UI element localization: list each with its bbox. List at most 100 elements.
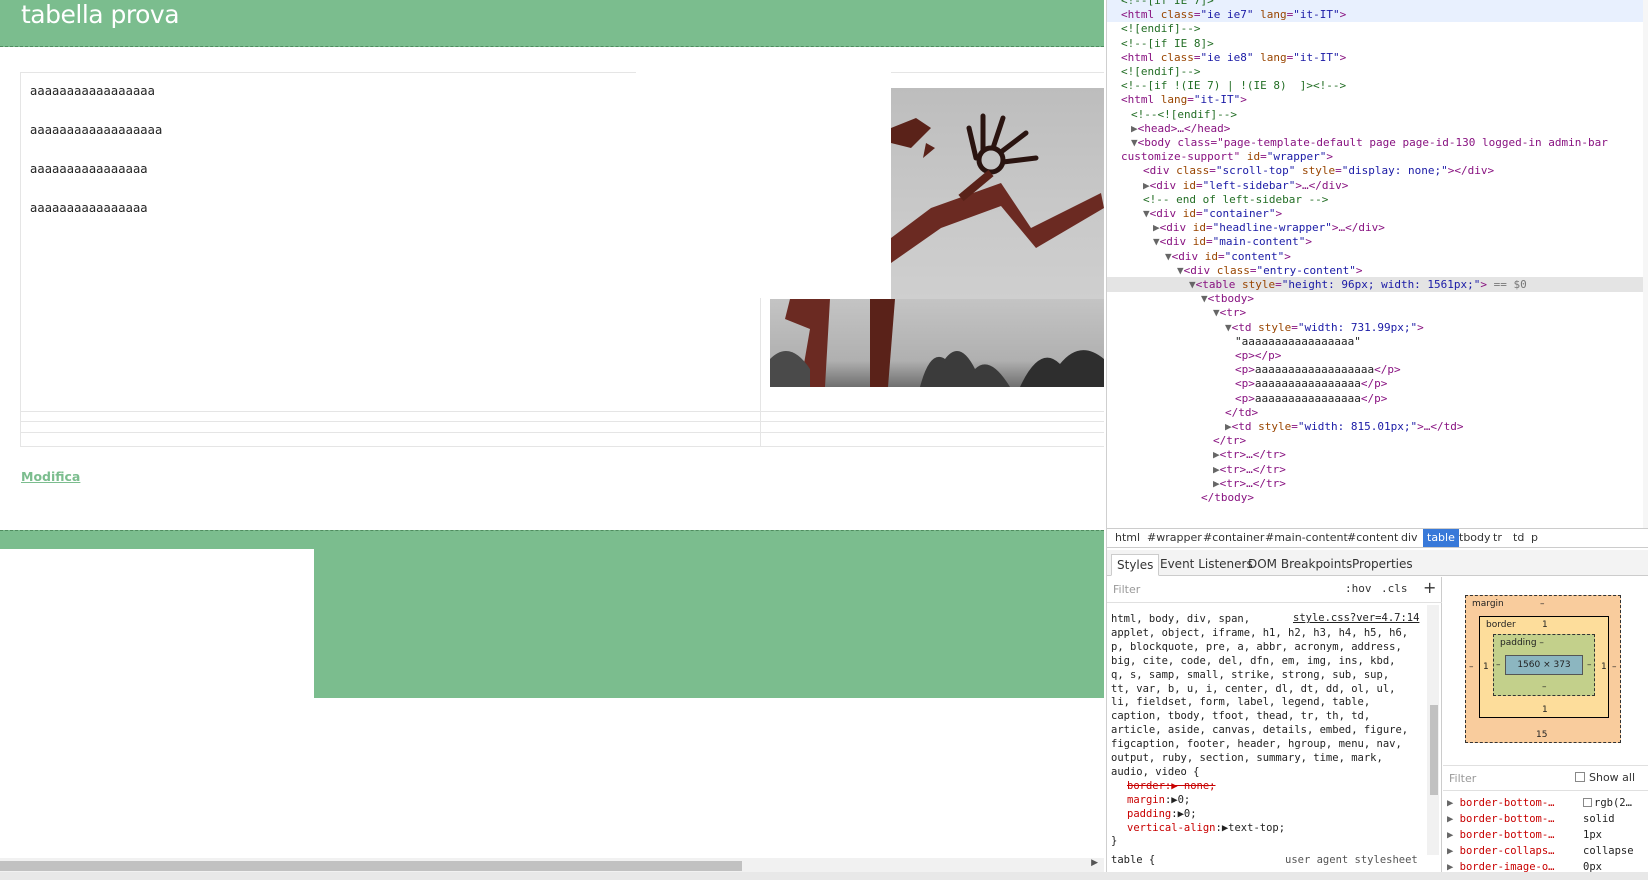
breadcrumb-div[interactable]: div [1397,529,1422,547]
css-declaration[interactable]: vertical-align:▶text-top; [1127,821,1285,835]
expand-triangle-icon[interactable]: ▶ [1225,420,1232,433]
box-model-content: 1560 × 373 [1505,655,1583,675]
breadcrumb-table[interactable]: table [1423,529,1459,547]
expand-triangle-icon[interactable]: ▼ [1165,250,1172,263]
dom-node-line[interactable]: </tr> [1107,433,1643,448]
breadcrumb-td[interactable]: td [1509,529,1528,547]
breadcrumb-tr[interactable]: tr [1489,529,1506,547]
dom-node-line[interactable]: ▼<td style="width: 731.99px;"> [1107,320,1643,335]
dom-node-line[interactable]: ▼<div id="content"> [1107,249,1643,264]
expand-triangle-icon[interactable]: ▼ [1131,136,1138,149]
footer-white-block [0,549,314,698]
dom-tree[interactable]: <!--[if IE 7]> <html class="ie ie7" lang=… [1107,0,1643,528]
breadcrumb-container[interactable]: #container [1199,529,1268,547]
page-header: tabella prova [0,0,1104,47]
tab-properties[interactable]: Properties [1347,554,1418,576]
scrollbar-thumb[interactable] [1430,705,1438,795]
dom-node-line[interactable]: ▼<tr> [1107,305,1643,320]
expand-triangle-icon[interactable]: ▶ [1447,845,1453,857]
css-declaration[interactable]: padding:▶0; [1127,807,1197,821]
breadcrumb-p[interactable]: p [1527,529,1542,547]
expand-triangle-icon[interactable]: ▶ [1213,463,1220,476]
css-declaration[interactable]: border:▶ none; [1127,779,1216,793]
dom-node-line[interactable]: customize-support" id="wrapper"> [1107,149,1643,164]
dom-node-line[interactable]: ▼<div class="entry-content"> [1107,263,1643,278]
expand-triangle-icon[interactable]: ▶ [1153,221,1160,234]
hover-state-toggle[interactable]: :hov [1345,582,1372,595]
dom-node-line[interactable]: "aaaaaaaaaaaaaaaaa" [1107,334,1643,349]
expand-triangle-icon[interactable]: ▼ [1201,292,1208,305]
styles-filter-input[interactable]: Filter [1113,583,1140,596]
rule-source-link[interactable]: style.css?ver=4.7:14 [1293,612,1419,624]
dom-node-line[interactable]: <html class="ie ie8" lang="it-IT"> [1107,50,1643,65]
color-swatch-icon[interactable] [1583,798,1592,807]
dom-node-line[interactable]: <!--[if !(IE 7) | !(IE 8) ]><!--> [1107,78,1643,93]
horizontal-scrollbar[interactable]: ▶ [0,858,1104,872]
expand-triangle-icon[interactable]: ▶ [1131,122,1138,135]
dom-node-line[interactable]: <p>aaaaaaaaaaaaaaaa</p> [1107,376,1643,391]
breadcrumb-wrapper[interactable]: #wrapper [1143,529,1206,547]
dom-node-line[interactable]: <!-- end of left-sidebar --> [1107,192,1643,207]
expand-triangle-icon[interactable]: ▼ [1225,321,1232,334]
expand-triangle-icon[interactable]: ▶ [1447,797,1453,809]
scroll-right-arrow-icon[interactable]: ▶ [1091,858,1098,868]
dom-node-line[interactable]: <p></p> [1107,348,1643,363]
styles-scrollbar[interactable] [1427,605,1439,855]
computed-property[interactable]: ▶ border-bottom-… 1px [1447,827,1602,843]
dom-node-line[interactable]: <div class="scroll-top" style="display: … [1107,163,1643,178]
dom-node-line[interactable]: ▼<table style="height: 96px; width: 1561… [1107,277,1643,292]
dom-node-line[interactable]: ▼<div id="main-content"> [1107,234,1643,249]
computed-filter-input[interactable]: Filter [1449,772,1476,785]
breadcrumb-content[interactable]: #content [1343,529,1402,547]
dom-node-line[interactable]: <!--[if IE 8]> [1107,36,1643,51]
expand-triangle-icon[interactable]: ▶ [1213,477,1220,490]
scrollbar-thumb[interactable] [0,861,742,871]
dom-node-line[interactable]: ▶<tr>…</tr> [1107,462,1643,477]
computed-property[interactable]: ▶ border-bottom-… rgb(2… [1447,795,1632,811]
next-rule-source: user agent stylesheet [1285,854,1418,867]
expand-triangle-icon[interactable]: ▶ [1143,179,1150,192]
expand-triangle-icon[interactable]: ▼ [1177,264,1184,277]
rule-close-brace: } [1111,835,1118,848]
dom-node-line[interactable]: <!--<![endif]--> [1107,107,1643,122]
dom-node-line[interactable]: ▼<body class="page-template-default page… [1107,135,1643,150]
expand-triangle-icon[interactable]: ▶ [1447,829,1453,841]
expand-triangle-icon[interactable]: ▼ [1153,235,1160,248]
expand-triangle-icon[interactable]: ▶ [1213,448,1220,461]
dom-node-line[interactable]: <![endif]--> [1107,21,1643,36]
dom-node-line[interactable]: <![endif]--> [1107,64,1643,79]
dom-node-line[interactable]: ▶<td style="width: 815.01px;">…</td> [1107,419,1643,434]
dom-node-line[interactable]: ▶<head>…</head> [1107,121,1643,136]
expand-triangle-icon[interactable]: ▼ [1213,306,1220,319]
css-declaration[interactable]: margin:▶0; [1127,793,1190,807]
breadcrumb-html[interactable]: html [1111,529,1144,547]
dom-node-line[interactable]: </tbody> [1107,490,1643,505]
dom-node-line[interactable]: ▶<div id="headline-wrapper">…</div> [1107,220,1643,235]
dom-node-line[interactable]: <html lang="it-IT"> [1107,92,1643,107]
computed-property[interactable]: ▶ border-bottom-… solid [1447,811,1615,827]
expand-triangle-icon[interactable]: ▼ [1189,278,1196,291]
tab-styles[interactable]: Styles [1111,554,1160,576]
sculpture-photo-bottom [770,299,1104,387]
new-rule-plus-icon[interactable]: + [1423,578,1436,597]
dom-node-line[interactable]: <p>aaaaaaaaaaaaaaaa</p> [1107,391,1643,406]
dom-node-line[interactable]: <html class="ie ie7" lang="it-IT"> [1107,7,1643,23]
edit-link[interactable]: Modifica [21,469,80,484]
dom-node-line[interactable]: ▶<tr>…</tr> [1107,447,1643,462]
computed-property[interactable]: ▶ border-collaps… collapse [1447,843,1634,859]
dom-node-line[interactable]: ▶<tr>…</tr> [1107,476,1643,491]
dom-node-line[interactable]: ▶<div id="left-sidebar">…</div> [1107,178,1643,193]
expand-triangle-icon[interactable]: ▼ [1143,207,1150,220]
dom-node-line[interactable]: <p>aaaaaaaaaaaaaaaaaa</p> [1107,362,1643,377]
breadcrumb-main-content[interactable]: #main-content [1261,529,1352,547]
tab-dom-breakpoints[interactable]: DOM Breakpoints [1243,554,1357,576]
dom-tree-scrollbar[interactable] [1643,0,1648,528]
dom-node-line[interactable]: </td> [1107,405,1643,420]
checkbox-icon[interactable] [1575,772,1585,782]
class-toggle[interactable]: .cls [1381,582,1408,595]
element-breadcrumbs: html #wrapper #container #main-content #cont… [1107,528,1648,548]
show-all-checkbox[interactable]: Show all [1575,771,1635,784]
expand-triangle-icon[interactable]: ▶ [1447,813,1453,825]
dom-node-line[interactable]: ▼<div id="container"> [1107,206,1643,221]
dom-node-line[interactable]: ▼<tbody> [1107,291,1643,306]
